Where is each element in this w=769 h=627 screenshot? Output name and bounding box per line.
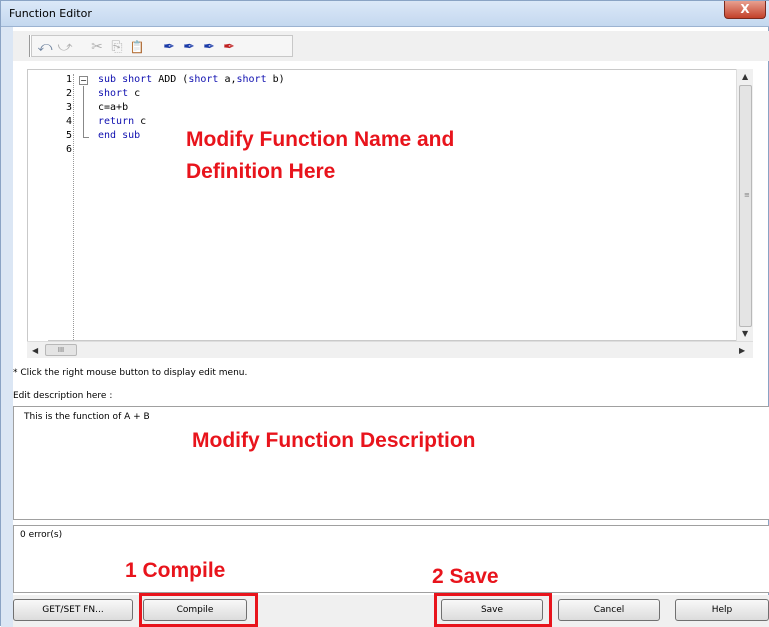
function-name-annotation: Modify Function Name and bbox=[186, 128, 455, 151]
window-frame bbox=[1, 27, 13, 627]
button-bar: GET/SET FN... Compile Save Cancel Help bbox=[13, 595, 769, 627]
compile-highlight bbox=[139, 593, 258, 627]
save-annotation: 2 Save bbox=[432, 565, 499, 588]
copy-icon[interactable]: ⎘ bbox=[108, 38, 126, 56]
grip-icon: ≡ bbox=[744, 191, 750, 199]
scroll-right-icon[interactable]: ▶ bbox=[739, 346, 745, 355]
function-definition-annotation: Definition Here bbox=[186, 160, 336, 183]
line-number: 5 bbox=[65, 130, 72, 141]
vertical-scroll-thumb[interactable]: ≡ bbox=[739, 85, 752, 327]
toolbar-button-group: ⤺ ⤻ ✂ ⎘ 📋 ✒ ✒ ✒ ✒ bbox=[31, 35, 293, 57]
horizontal-scrollbar[interactable]: ◀ III ▶ bbox=[27, 341, 753, 358]
code-line[interactable]: c=a+b bbox=[98, 102, 128, 113]
line-number: 1 bbox=[65, 74, 72, 85]
edit-menu-hint: * Click the right mouse button to displa… bbox=[13, 368, 248, 378]
bookmark-next-icon[interactable]: ✒ bbox=[180, 38, 198, 56]
description-input[interactable]: This is the function of A + B Modify Fun… bbox=[13, 406, 769, 520]
cancel-button[interactable]: Cancel bbox=[558, 599, 660, 621]
code-text: c bbox=[128, 88, 141, 99]
fold-toggle-icon[interactable]: − bbox=[79, 76, 88, 85]
keyword: sub short bbox=[98, 74, 153, 85]
cut-icon[interactable]: ✂ bbox=[88, 38, 106, 56]
window-title: Function Editor bbox=[9, 7, 92, 20]
bookmark-previous-icon[interactable]: ✒ bbox=[200, 38, 218, 56]
line-number: 4 bbox=[65, 116, 72, 127]
save-highlight bbox=[434, 593, 552, 627]
help-button[interactable]: Help bbox=[675, 599, 769, 621]
scroll-down-icon[interactable]: ▼ bbox=[742, 329, 748, 338]
description-value: This is the function of A + B bbox=[24, 412, 150, 422]
code-line[interactable]: short c bbox=[98, 88, 140, 99]
fold-line bbox=[83, 86, 84, 138]
code-editor[interactable]: 1 2 3 4 5 6 − sub short ADD (short a,sho… bbox=[27, 69, 753, 342]
scroll-up-icon[interactable]: ▲ bbox=[742, 72, 748, 81]
editor-margin bbox=[28, 70, 48, 342]
get-set-fn-button[interactable]: GET/SET FN... bbox=[13, 599, 133, 621]
code-text: c bbox=[134, 116, 147, 127]
line-number: 2 bbox=[65, 88, 72, 99]
keyword: short bbox=[188, 74, 219, 85]
line-number: 6 bbox=[65, 144, 72, 155]
bookmark-toggle-icon[interactable]: ✒ bbox=[160, 38, 178, 56]
code-line[interactable]: sub short ADD (short a,short b) bbox=[98, 74, 285, 85]
line-number-gutter: 1 2 3 4 5 6 bbox=[48, 74, 74, 342]
code-text: c=a+b bbox=[98, 102, 129, 113]
line-number: 3 bbox=[65, 102, 72, 113]
code-text: b) bbox=[266, 74, 285, 85]
keyword: return bbox=[98, 116, 135, 127]
undo-icon[interactable]: ⤺ bbox=[36, 38, 54, 56]
scroll-left-icon[interactable]: ◀ bbox=[32, 346, 38, 355]
vertical-scrollbar[interactable]: ▲ ≡ ▼ bbox=[736, 69, 753, 341]
toolbar: ⤺ ⤻ ✂ ⎘ 📋 ✒ ✒ ✒ ✒ bbox=[13, 31, 769, 61]
fold-end-marker bbox=[83, 137, 89, 138]
code-text: ADD ( bbox=[152, 74, 189, 85]
keyword: short bbox=[236, 74, 267, 85]
bookmark-clear-icon[interactable]: ✒ bbox=[220, 38, 238, 56]
code-line[interactable]: return c bbox=[98, 116, 146, 127]
keyword: short bbox=[98, 88, 129, 99]
code-text: a, bbox=[218, 74, 237, 85]
function-editor-window: Function Editor X ⤺ ⤻ ✂ ⎘ 📋 ✒ ✒ ✒ ✒ 1 2 … bbox=[0, 0, 769, 627]
error-count: 0 error(s) bbox=[20, 530, 63, 540]
compile-annotation: 1 Compile bbox=[125, 559, 226, 582]
description-annotation: Modify Function Description bbox=[192, 429, 476, 452]
paste-icon[interactable]: 📋 bbox=[128, 38, 146, 56]
error-output-panel: 0 error(s) 1 Compile 2 Save bbox=[13, 525, 769, 593]
title-bar[interactable]: Function Editor X bbox=[1, 1, 769, 27]
keyword: end sub bbox=[98, 130, 141, 141]
close-button[interactable]: X bbox=[724, 1, 766, 19]
redo-icon[interactable]: ⤻ bbox=[56, 38, 74, 56]
description-label: Edit description here : bbox=[13, 391, 113, 401]
code-line[interactable]: end sub bbox=[98, 130, 140, 141]
horizontal-scroll-thumb[interactable]: III bbox=[45, 344, 77, 356]
